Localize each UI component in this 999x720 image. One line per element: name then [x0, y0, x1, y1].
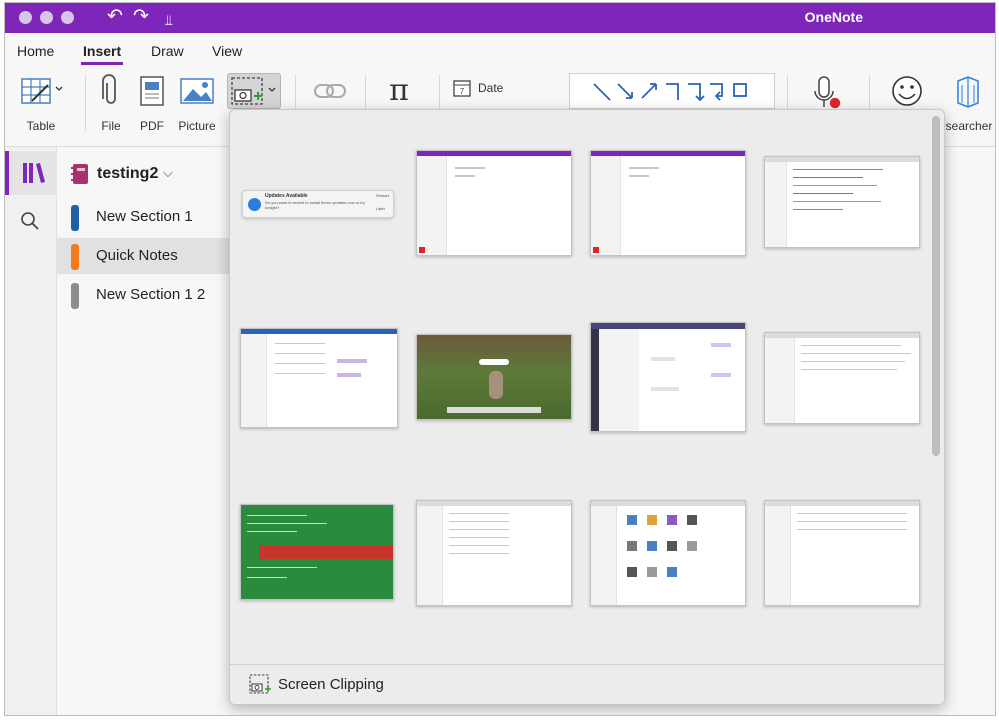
screenshot-gallery-popup: Updates Available Do you want to restart…	[229, 109, 945, 705]
svg-text:7: 7	[460, 87, 465, 96]
notification-body: Do you want to restart to install these …	[265, 200, 365, 210]
researcher-button[interactable]: esearcher	[939, 73, 995, 133]
section-label: New Section 1	[96, 208, 193, 225]
left-rail	[5, 147, 57, 715]
undo-icon[interactable]: ↶	[107, 6, 123, 28]
pdf-icon	[140, 76, 164, 106]
navigation-pane: testing2 ⌵ New Section 1 Quick Notes New…	[57, 147, 232, 715]
screenshot-icon	[231, 77, 276, 105]
gallery-scrollbar[interactable]	[932, 116, 940, 660]
window-title: OneNote	[804, 9, 863, 25]
search-button[interactable]	[5, 203, 57, 239]
window-thumbnail[interactable]	[416, 500, 572, 606]
window-thumbnail[interactable]	[764, 332, 920, 424]
tab-home[interactable]: Home	[17, 43, 54, 59]
notebook-icon	[71, 164, 88, 184]
pdf-label: PDF	[140, 119, 164, 133]
window-thumbnail[interactable]	[590, 150, 746, 256]
close-window-button[interactable]	[19, 11, 32, 24]
gallery-scroll-thumb[interactable]	[932, 116, 940, 456]
tab-view[interactable]: View	[212, 43, 242, 59]
notification-title: Updates Available	[265, 193, 308, 199]
picture-label: Picture	[178, 119, 216, 133]
window-thumbnail[interactable]: Updates Available Do you want to restart…	[230, 110, 406, 300]
screen-clipping-label: Screen Clipping	[278, 676, 384, 693]
record-audio-icon	[814, 76, 842, 110]
shapes-icons	[593, 83, 747, 102]
notebooks-button[interactable]	[5, 151, 57, 195]
date-label: Date	[478, 81, 504, 95]
file-attachment-button[interactable]: File	[93, 73, 129, 133]
emoji-button[interactable]	[885, 73, 929, 114]
section-item[interactable]: New Section 1	[57, 199, 232, 235]
zoom-window-button[interactable]	[61, 11, 74, 24]
app-store-icon	[248, 198, 261, 211]
pdf-button[interactable]: PDF	[133, 73, 171, 133]
title-bar: ↶ ↷ ⫫ OneNote	[5, 3, 995, 33]
onenote-window: ↶ ↷ ⫫ OneNote Home Insert Draw View Tabl…	[4, 2, 996, 716]
tab-insert[interactable]: Insert	[80, 43, 124, 65]
section-label: Quick Notes	[96, 247, 178, 264]
ribbon-divider	[85, 75, 86, 131]
screen-clipping-icon	[249, 674, 271, 694]
shapes-gallery[interactable]	[569, 73, 775, 109]
window-thumbnail[interactable]	[590, 322, 746, 432]
file-label: File	[101, 119, 121, 133]
emoji-icon	[892, 76, 922, 106]
table-icon	[21, 78, 63, 104]
updates-notification-thumbnail: Updates Available Do you want to restart…	[242, 190, 394, 218]
calendar-icon: 7	[453, 80, 471, 97]
link-button[interactable]	[305, 73, 355, 114]
notebook-name: testing2	[97, 165, 159, 182]
equation-icon: π	[389, 73, 409, 108]
picture-button[interactable]: Picture	[175, 73, 219, 133]
notification-restart: Restart	[376, 193, 389, 198]
link-icon	[314, 84, 346, 98]
paperclip-icon	[102, 74, 116, 104]
window-thumbnail[interactable]	[416, 334, 572, 420]
tab-draw[interactable]: Draw	[151, 43, 184, 59]
section-item[interactable]: Quick Notes	[57, 238, 232, 274]
table-button[interactable]: Table	[15, 73, 67, 133]
screenshot-button[interactable]: S	[227, 73, 281, 134]
section-label: New Section 1 2	[96, 286, 206, 303]
section-color-tab	[71, 244, 79, 270]
table-label: Table	[26, 119, 56, 133]
window-thumbnail[interactable]	[764, 156, 920, 248]
minimize-window-button[interactable]	[40, 11, 53, 24]
researcher-label: esearcher	[939, 119, 993, 133]
equation-button[interactable]: π	[379, 73, 419, 109]
section-color-tab	[71, 205, 79, 231]
window-thumbnail[interactable]	[416, 150, 572, 256]
researcher-icon	[957, 76, 979, 108]
window-thumbnail[interactable]	[240, 504, 394, 600]
picture-icon	[180, 78, 214, 104]
search-icon	[21, 212, 39, 230]
window-thumbnail[interactable]	[590, 500, 746, 606]
window-thumbnail[interactable]	[240, 328, 398, 428]
section-color-tab	[71, 283, 79, 309]
screen-clipping-button[interactable]: Screen Clipping	[230, 664, 944, 704]
notification-later: Later	[375, 206, 385, 211]
notebook-picker[interactable]: testing2 ⌵	[57, 157, 232, 191]
section-item[interactable]: New Section 1 2	[57, 277, 232, 313]
notebooks-icon	[23, 163, 45, 183]
window-thumbnail[interactable]	[764, 500, 920, 606]
chevron-down-icon: ⌵	[163, 165, 173, 180]
ribbon-tabs: Home Insert Draw View	[5, 33, 995, 67]
redo-icon[interactable]: ↷	[133, 6, 149, 28]
customize-toolbar-icon[interactable]: ⫫	[165, 9, 173, 31]
